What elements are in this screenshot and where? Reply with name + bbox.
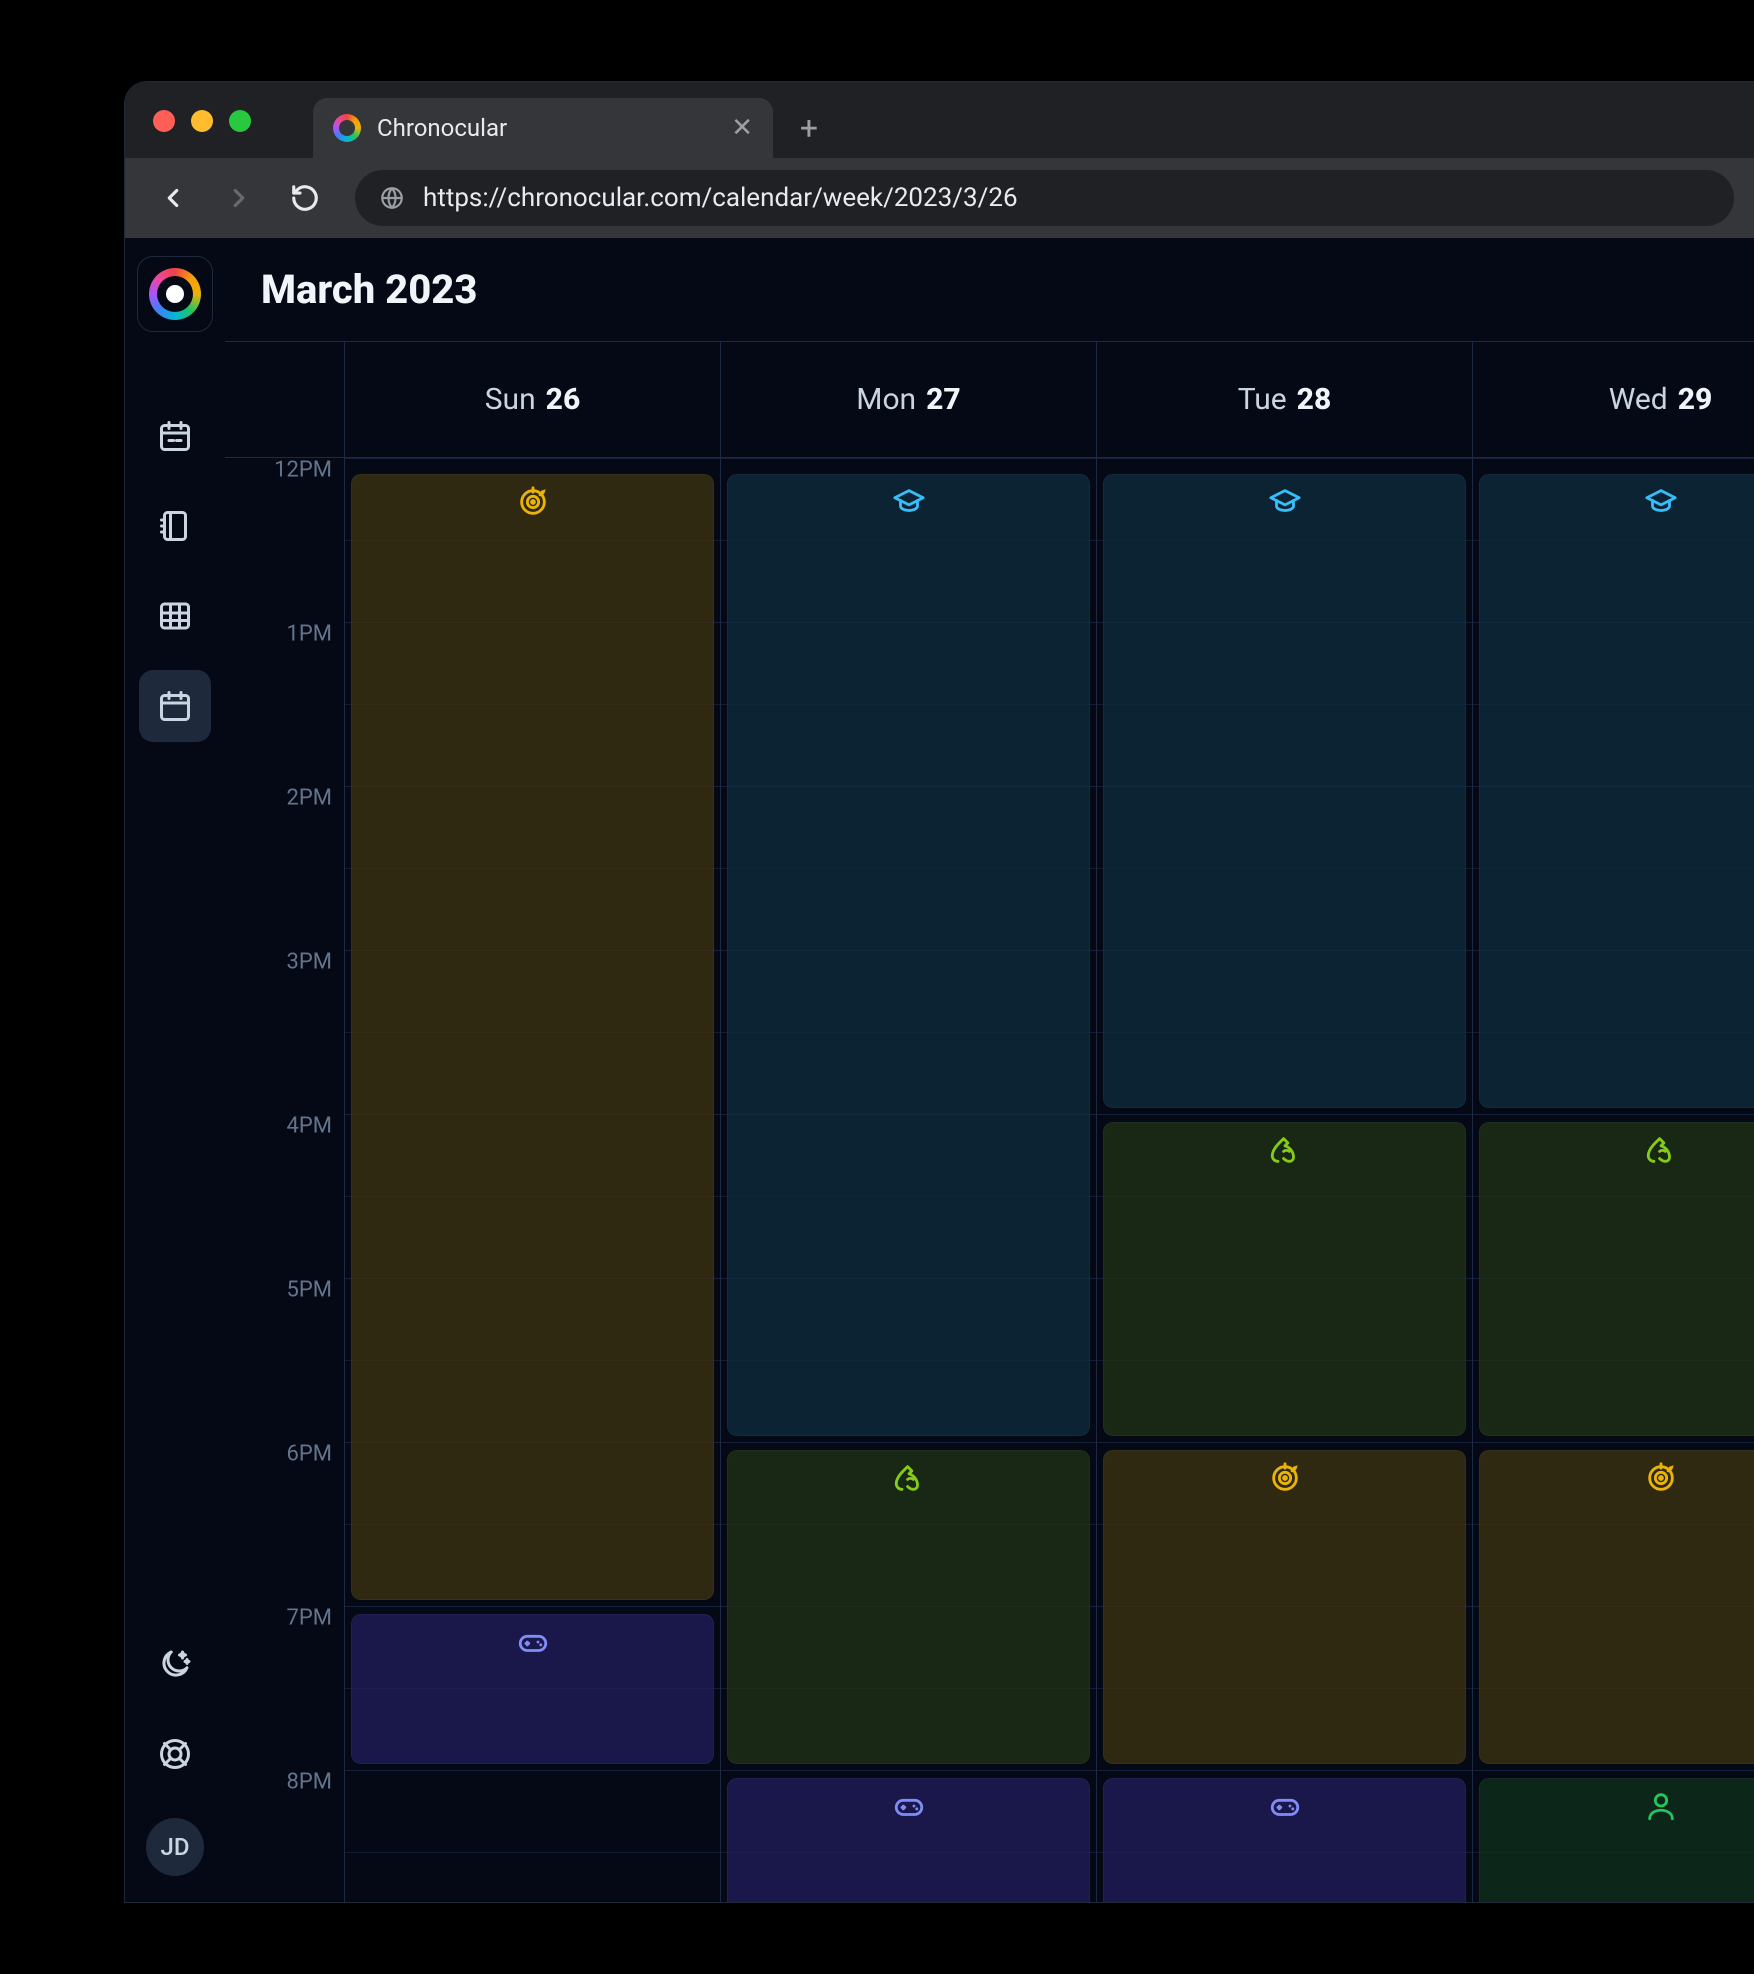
app-root: JD March 2023 Sun 26 Mon 27 Tue 28 Wed 29 12PM 1P… [125,238,1754,1902]
gamepad-icon [516,1625,550,1659]
hour-label: 1PM [287,622,332,647]
table-icon [157,598,193,634]
day-of-week: Sun [485,382,536,417]
event-school[interactable] [1103,474,1466,1108]
gamepad-icon [892,1789,926,1823]
tab-close-button[interactable]: ✕ [731,115,753,141]
sidebar-calendar-range-button[interactable] [139,400,211,472]
url-text: https://chronocular.com/calendar/week/20… [423,183,1018,213]
nav-reload-button[interactable] [277,170,333,226]
event-person[interactable] [1479,1778,1754,1902]
day-of-month: 26 [546,382,581,417]
sidebar-calendar-days-button[interactable] [139,670,211,742]
life-buoy-icon [157,1736,193,1772]
day-of-month: 29 [1678,382,1713,417]
calendar-range-icon [157,418,193,454]
event-school[interactable] [1479,474,1754,1108]
day-header[interactable]: Tue 28 [1097,342,1473,458]
day-column[interactable] [1473,458,1754,1902]
window-controls [153,110,251,132]
eye-logo-icon [149,268,201,320]
day-of-week: Mon [856,382,916,417]
gamepad-icon [1268,1789,1302,1823]
event-gym[interactable] [727,1450,1090,1764]
day-header[interactable]: Mon 27 [721,342,1097,458]
sidebar-table-button[interactable] [139,580,211,652]
tab-title: Chronocular [377,114,715,142]
graduation-icon [1268,485,1302,519]
app-logo[interactable] [137,256,213,332]
grid-corner [225,342,345,458]
browser-tab[interactable]: Chronocular ✕ [313,98,773,158]
time-gutter: 12PM 1PM 2PM 3PM 4PM 5PM 6PM 7PM 8PM [225,458,345,1902]
calendar-days-icon [157,688,193,724]
day-header[interactable]: Sun 26 [345,342,721,458]
hour-label: 12PM [274,458,332,483]
titlebar: Chronocular ✕ + [125,82,1754,158]
address-bar[interactable]: https://chronocular.com/calendar/week/20… [355,170,1734,226]
hour-label: 8PM [287,1770,332,1795]
browser-toolbar: https://chronocular.com/calendar/week/20… [125,158,1754,238]
nav-back-button[interactable] [145,170,201,226]
graduation-icon [892,485,926,519]
notebook-icon [157,508,193,544]
sidebar: JD [125,238,225,1902]
sidebar-moon-stars-button[interactable] [139,1628,211,1700]
user-icon [1644,1789,1678,1823]
site-info-icon[interactable] [379,185,405,211]
day-column[interactable] [721,458,1097,1902]
page-title: March 2023 [225,238,1754,341]
day-of-week: Tue [1238,382,1287,417]
target-icon [1268,1461,1302,1495]
window-minimize-button[interactable] [191,110,213,132]
sidebar-notebook-button[interactable] [139,490,211,562]
event-game[interactable] [727,1778,1090,1902]
day-column[interactable] [345,458,721,1902]
day-of-week: Wed [1609,382,1668,417]
sidebar-life-buoy-button[interactable] [139,1718,211,1790]
graduation-icon [1644,485,1678,519]
day-of-month: 27 [926,382,961,417]
event-game[interactable] [1103,1778,1466,1902]
event-goal[interactable] [1479,1450,1754,1764]
nav-forward-button[interactable] [211,170,267,226]
event-game[interactable] [351,1614,714,1764]
hour-label: 3PM [287,950,332,975]
event-goal[interactable] [1103,1450,1466,1764]
hour-label: 2PM [287,786,332,811]
window-zoom-button[interactable] [229,110,251,132]
flex-icon [892,1461,926,1495]
hour-label: 7PM [287,1606,332,1631]
hour-label: 5PM [287,1278,332,1303]
target-icon [516,485,550,519]
hour-label: 6PM [287,1442,332,1467]
new-tab-button[interactable]: + [785,104,833,152]
hour-label: 4PM [287,1114,332,1139]
main-area: March 2023 Sun 26 Mon 27 Tue 28 Wed 29 12PM 1PM 2P… [225,238,1754,1902]
window-close-button[interactable] [153,110,175,132]
event-gym[interactable] [1479,1122,1754,1436]
moon-stars-icon [157,1646,193,1682]
flex-icon [1268,1133,1302,1167]
event-school[interactable] [727,474,1090,1436]
day-header[interactable]: Wed 29 [1473,342,1754,458]
calendar-grid: Sun 26 Mon 27 Tue 28 Wed 29 12PM 1PM 2PM 3PM 4PM 5PM 6… [225,341,1754,1902]
user-avatar[interactable]: JD [146,1818,204,1876]
tab-favicon-icon [333,114,361,142]
day-column[interactable] [1097,458,1473,1902]
event-gym[interactable] [1103,1122,1466,1436]
flex-icon [1644,1133,1678,1167]
target-icon [1644,1461,1678,1495]
browser-window: Chronocular ✕ + https://chronocular.com/… [125,82,1754,1902]
day-of-month: 28 [1297,382,1332,417]
event-goal[interactable] [351,474,714,1600]
